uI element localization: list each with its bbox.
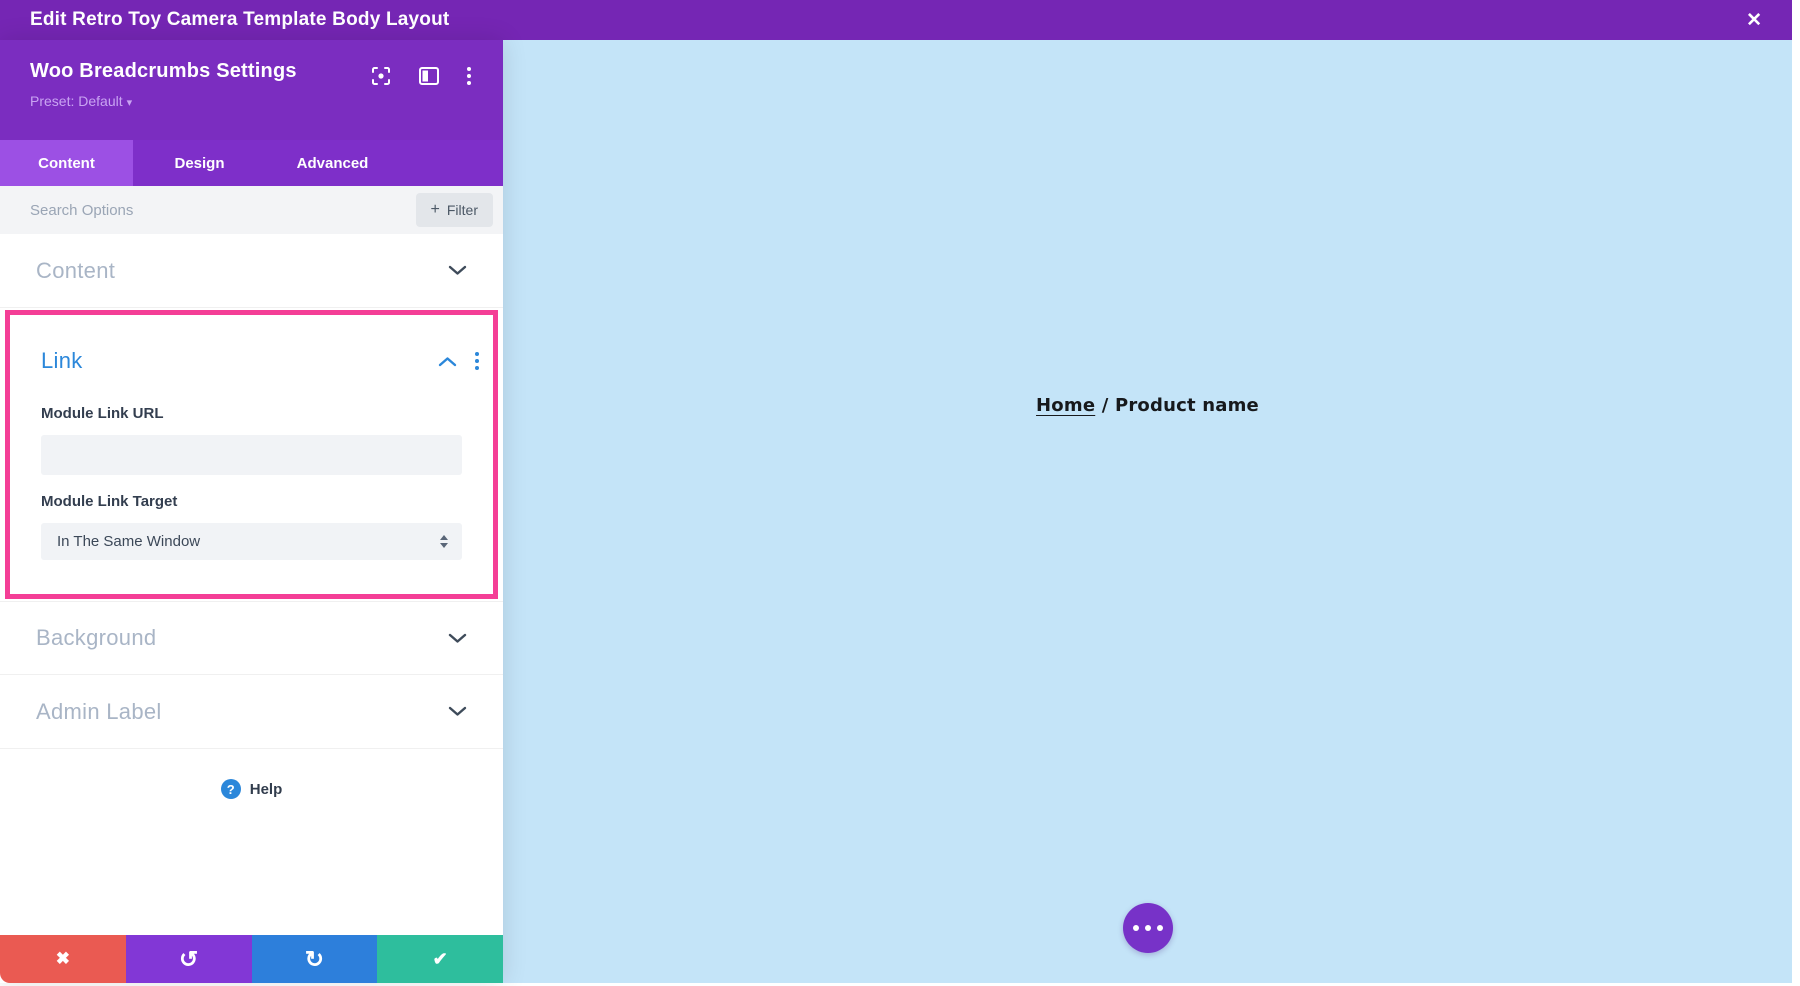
section-background[interactable]: Background <box>0 601 503 675</box>
divi-builder-app: Edit Retro Toy Camera Template Body Layo… <box>0 0 1800 986</box>
top-bar: Edit Retro Toy Camera Template Body Layo… <box>0 0 1792 40</box>
help-button[interactable]: ? Help <box>0 779 503 799</box>
link-options-icon[interactable] <box>475 352 479 370</box>
sidebar-layout-icon[interactable] <box>419 67 439 85</box>
filter-button[interactable]: + Filter <box>415 193 493 227</box>
help-icon: ? <box>220 779 241 799</box>
expand-modal-icon[interactable] <box>371 66 391 86</box>
section-link[interactable]: Link <box>10 335 493 387</box>
x-icon: ✖ <box>55 949 70 968</box>
tab-content[interactable]: Content <box>0 140 133 186</box>
panel-footer: ✖ ↺ ↻ ✔ <box>0 935 503 983</box>
ellipsis-icon <box>1132 925 1139 931</box>
redo-button[interactable]: ↻ <box>251 935 378 983</box>
undo-icon: ↺ <box>178 945 199 972</box>
field-label: Module Link Target <box>41 493 178 510</box>
more-options-icon[interactable] <box>467 67 471 85</box>
redo-icon: ↻ <box>304 945 325 972</box>
link-section-highlight: Link Module Link URL Module Link Target <box>5 310 498 599</box>
search-bar: + Filter <box>0 186 503 234</box>
plus-icon: + <box>430 201 440 218</box>
chevron-down-icon <box>448 706 467 717</box>
module-settings-panel: Woo Breadcrumbs Settings Preset: Default… <box>0 40 503 983</box>
module-link-target-select[interactable]: In The Same Window <box>41 523 462 560</box>
section-content[interactable]: Content <box>0 234 503 308</box>
search-input[interactable] <box>30 201 416 219</box>
preview-canvas: Home / Product name <box>503 40 1792 983</box>
check-icon: ✔ <box>432 948 448 969</box>
field-label: Module Link URL <box>41 405 164 422</box>
panel-header: Woo Breadcrumbs Settings Preset: Default… <box>0 40 503 140</box>
module-link-target-field: Module Link Target In The Same Window <box>10 493 493 560</box>
chevron-down-icon <box>448 633 467 644</box>
preset-dropdown[interactable]: Preset: Default ▾ <box>30 93 503 109</box>
tab-design[interactable]: Design <box>133 140 266 186</box>
settings-tabs: Content Design Advanced <box>0 140 503 186</box>
panel-body: Content Link Module Link URL Module Link… <box>0 234 503 935</box>
caret-down-icon: ▾ <box>126 97 133 109</box>
close-icon[interactable]: ✕ <box>1746 0 1762 40</box>
breadcrumb: Home / Product name <box>503 395 1792 416</box>
module-options-button[interactable] <box>1122 903 1173 953</box>
section-admin-label[interactable]: Admin Label <box>0 675 503 749</box>
tab-advanced[interactable]: Advanced <box>266 140 399 186</box>
page-title: Edit Retro Toy Camera Template Body Layo… <box>30 9 450 30</box>
discard-button[interactable]: ✖ <box>0 935 126 983</box>
module-link-url-input[interactable] <box>41 435 462 475</box>
module-link-url-field: Module Link URL <box>10 405 493 475</box>
select-arrows-icon <box>440 535 448 548</box>
breadcrumb-current: Product name <box>1114 395 1259 416</box>
undo-button[interactable]: ↺ <box>125 935 252 983</box>
breadcrumb-home-link[interactable]: Home <box>1036 395 1095 416</box>
chevron-up-icon <box>438 356 457 367</box>
chevron-down-icon <box>448 265 467 276</box>
breadcrumb-separator: / <box>1095 395 1115 416</box>
save-button[interactable]: ✔ <box>377 935 503 983</box>
